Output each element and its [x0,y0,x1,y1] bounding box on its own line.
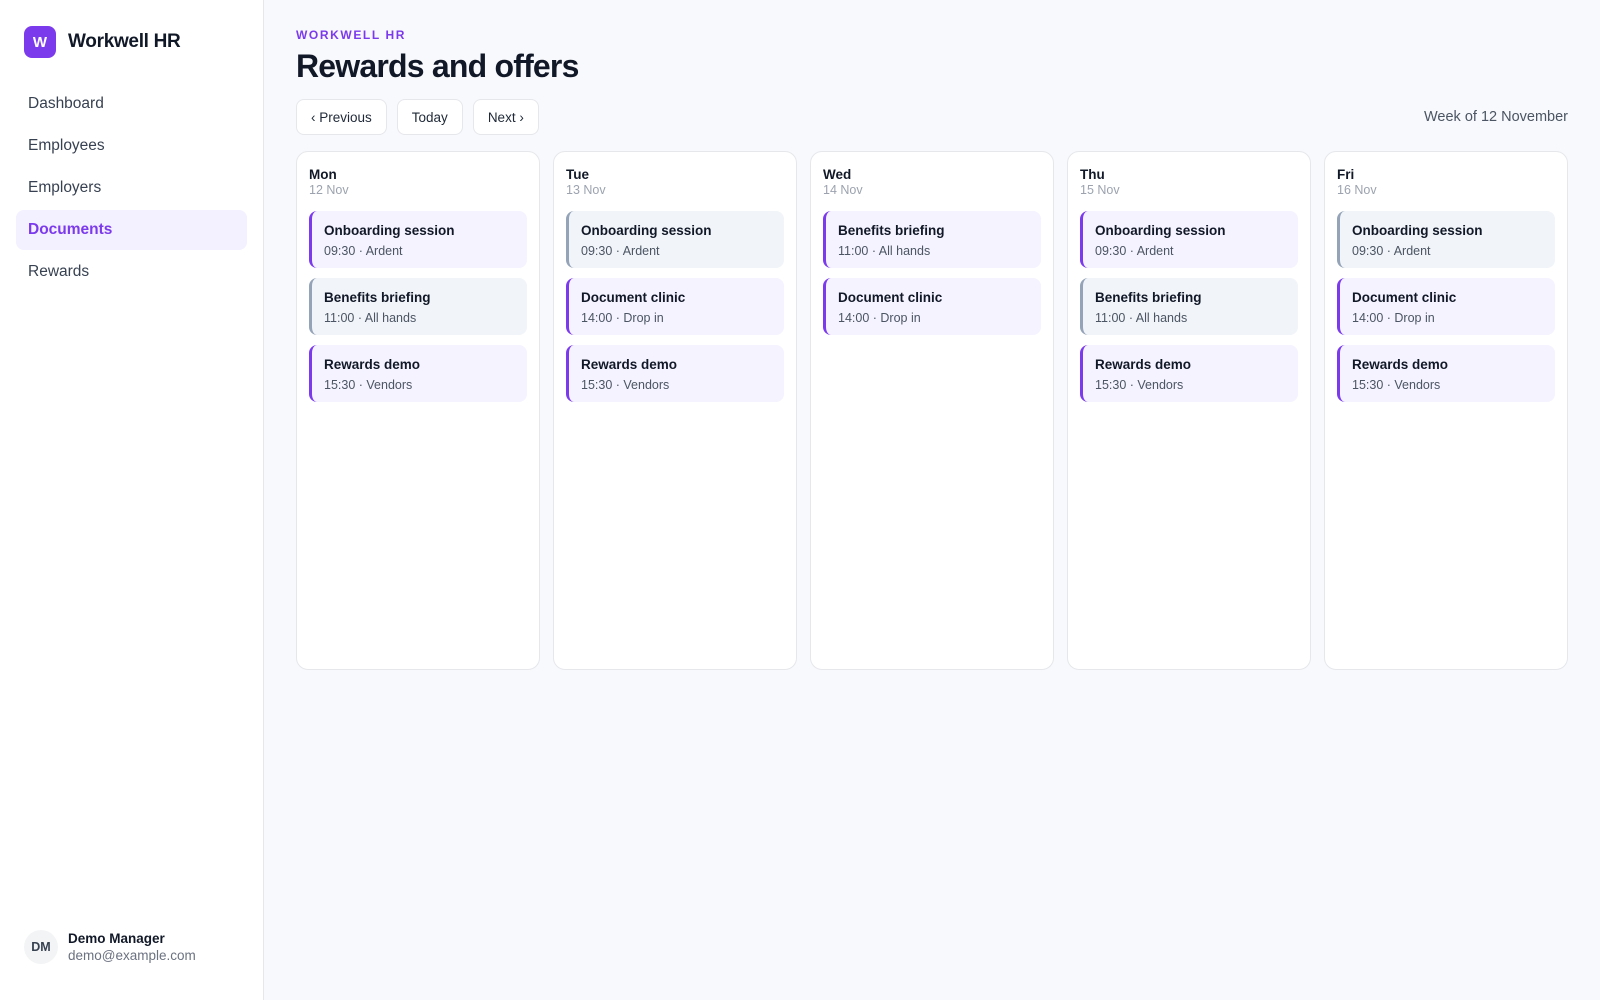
event-meta: 14:00 · Drop in [1352,311,1435,325]
event-title: Document clinic [1352,290,1457,305]
avatar: DM [24,930,58,964]
event-title: Document clinic [838,290,943,305]
day-date: 15 Nov [1080,183,1120,197]
previous-week-button[interactable]: ‹ Previous [296,99,387,135]
event-meta: 09:30 · Ardent [1352,244,1431,258]
event-card[interactable]: Onboarding session 09:30 · Ardent [309,211,527,268]
event-title: Onboarding session [1352,223,1483,238]
event-meta: 11:00 · All hands [324,311,417,325]
event-meta: 11:00 · All hands [1095,311,1188,325]
event-meta: 15:30 · Vendors [324,378,413,392]
day-name: Wed [823,167,852,182]
event-meta: 11:00 · All hands [838,244,931,258]
event-meta: 15:30 · Vendors [1352,378,1441,392]
page-eyebrow: WORKWELL HR [296,28,407,42]
day-column-wed: Wed 14 Nov Benefits briefing 11:00 · All… [810,151,1054,670]
event-meta: 14:00 · Drop in [838,311,921,325]
event-card[interactable]: Benefits briefing 11:00 · All hands [823,211,1041,268]
sidebar-item-employees[interactable]: Employees [16,126,247,166]
sidebar-item-employers[interactable]: Employers [16,168,247,208]
day-date: 14 Nov [823,183,863,197]
event-card[interactable]: Onboarding session 09:30 · Ardent [1080,211,1298,268]
event-meta: 09:30 · Ardent [324,244,403,258]
calendar-toolbar: ‹ Previous Today Next › Week of 12 Novem… [296,99,1568,135]
brand[interactable]: W Workwell HR [0,0,263,58]
event-meta: 14:00 · Drop in [581,311,664,325]
day-date: 13 Nov [566,183,606,197]
user-profile[interactable]: DM Demo Manager demo@example.com [24,930,196,964]
event-card[interactable]: Rewards demo 15:30 · Vendors [1337,345,1555,402]
event-meta: 15:30 · Vendors [581,378,670,392]
main-content: WORKWELL HR Rewards and offers ‹ Previou… [264,0,1600,1000]
brand-logo: W [24,26,56,58]
event-card[interactable]: Rewards demo 15:30 · Vendors [309,345,527,402]
day-column-tue: Tue 13 Nov Onboarding session 09:30 · Ar… [553,151,797,670]
sidebar-item-rewards[interactable]: Rewards [16,252,247,292]
next-week-button[interactable]: Next › [472,99,539,135]
event-meta: 09:30 · Ardent [1095,244,1174,258]
day-column-mon: Mon 12 Nov Onboarding session 09:30 · Ar… [296,151,540,670]
event-card[interactable]: Rewards demo 15:30 · Vendors [566,345,784,402]
event-card[interactable]: Document clinic 14:00 · Drop in [566,278,784,335]
event-card[interactable]: Rewards demo 15:30 · Vendors [1080,345,1298,402]
app-window: W Workwell HR Dashboard Employees Employ… [0,0,1600,1000]
event-title: Benefits briefing [1095,290,1202,305]
event-card[interactable]: Benefits briefing 11:00 · All hands [309,278,527,335]
day-name: Tue [566,167,589,182]
day-date: 12 Nov [309,183,349,197]
event-title: Onboarding session [1095,223,1226,238]
event-card[interactable]: Benefits briefing 11:00 · All hands [1080,278,1298,335]
event-title: Onboarding session [581,223,712,238]
day-date: 16 Nov [1337,183,1377,197]
event-title: Rewards demo [1095,357,1192,372]
day-column-thu: Thu 15 Nov Onboarding session 09:30 · Ar… [1067,151,1311,670]
today-button[interactable]: Today [396,99,463,135]
user-name: Demo Manager [68,931,165,946]
event-meta: 15:30 · Vendors [1095,378,1184,392]
sidebar-nav: Dashboard Employees Employers Documents … [0,84,263,294]
day-name: Fri [1337,167,1355,182]
event-card[interactable]: Document clinic 14:00 · Drop in [1337,278,1555,335]
week-label: Week of 12 November [1424,109,1568,125]
week-grid: Mon 12 Nov Onboarding session 09:30 · Ar… [296,151,1568,670]
day-column-fri: Fri 16 Nov Onboarding session 09:30 · Ar… [1324,151,1568,670]
event-title: Rewards demo [581,357,678,372]
page-title: Rewards and offers [296,48,579,84]
event-title: Rewards demo [324,357,421,372]
sidebar-item-documents[interactable]: Documents [16,210,247,250]
event-card[interactable]: Document clinic 14:00 · Drop in [823,278,1041,335]
day-name: Mon [309,167,337,182]
event-meta: 09:30 · Ardent [581,244,660,258]
event-title: Rewards demo [1352,357,1449,372]
day-name: Thu [1080,167,1105,182]
event-title: Benefits briefing [324,290,431,305]
user-email: demo@example.com [68,948,196,963]
sidebar-item-dashboard[interactable]: Dashboard [16,84,247,124]
event-card[interactable]: Onboarding session 09:30 · Ardent [566,211,784,268]
sidebar: W Workwell HR Dashboard Employees Employ… [0,0,264,1000]
event-title: Onboarding session [324,223,455,238]
event-title: Document clinic [581,290,686,305]
event-card[interactable]: Onboarding session 09:30 · Ardent [1337,211,1555,268]
brand-name: Workwell HR [68,31,181,52]
user-info: Demo Manager demo@example.com [68,930,196,964]
event-title: Benefits briefing [838,223,945,238]
